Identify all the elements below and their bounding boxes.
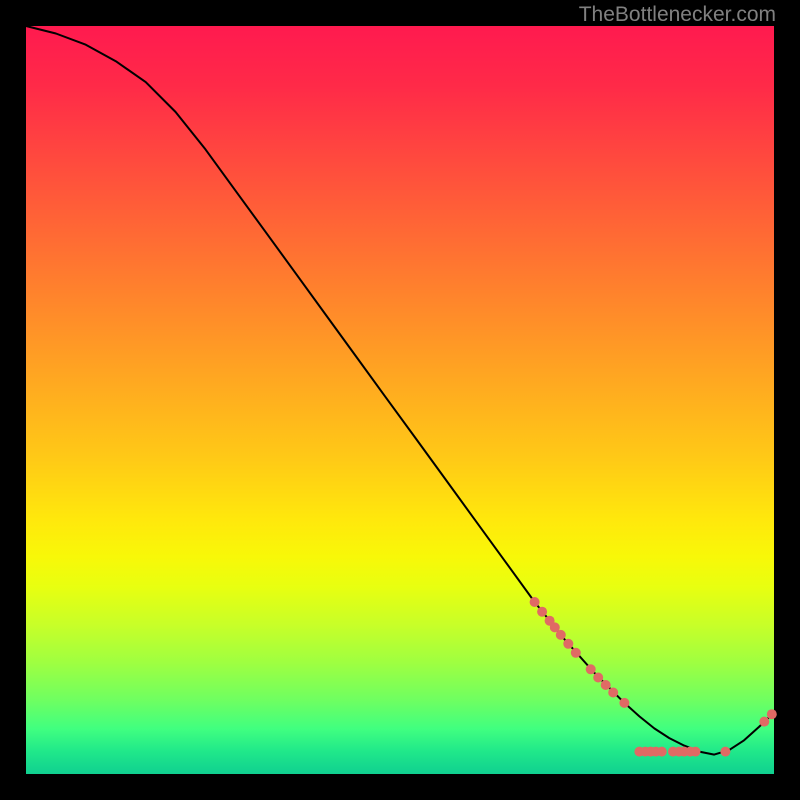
data-point	[530, 597, 540, 607]
data-point	[586, 664, 596, 674]
data-point	[619, 698, 629, 708]
bottleneck-curve	[26, 26, 774, 755]
data-point	[601, 680, 611, 690]
data-point	[767, 709, 777, 719]
data-point	[608, 688, 618, 698]
chart-frame: TheBottlenecker.com	[0, 0, 800, 800]
attribution-text: TheBottlenecker.com	[579, 3, 776, 27]
plot-area	[26, 26, 774, 774]
data-point	[563, 639, 573, 649]
data-point	[556, 630, 566, 640]
data-point	[571, 648, 581, 658]
curve-layer	[26, 26, 774, 774]
data-point	[759, 717, 769, 727]
data-point	[691, 747, 701, 757]
data-point	[593, 673, 603, 683]
data-point	[537, 607, 547, 617]
data-point	[720, 747, 730, 757]
data-point	[657, 747, 667, 757]
